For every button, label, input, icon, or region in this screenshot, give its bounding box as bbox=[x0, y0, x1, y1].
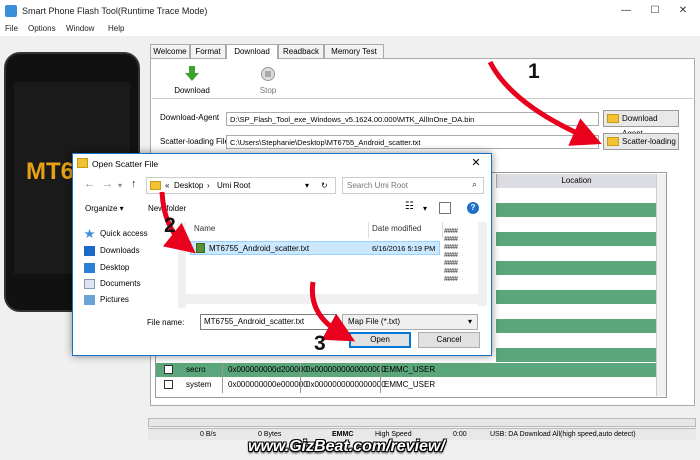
step-number-3: 3 bbox=[314, 332, 326, 355]
arrow-to-open-button bbox=[309, 281, 356, 342]
step-number-2: 2 bbox=[164, 214, 176, 237]
watermark: www.GizBeat.com/review/ bbox=[248, 438, 445, 455]
annotation-arrows bbox=[159, 60, 602, 342]
step-number-1: 1 bbox=[528, 60, 540, 83]
